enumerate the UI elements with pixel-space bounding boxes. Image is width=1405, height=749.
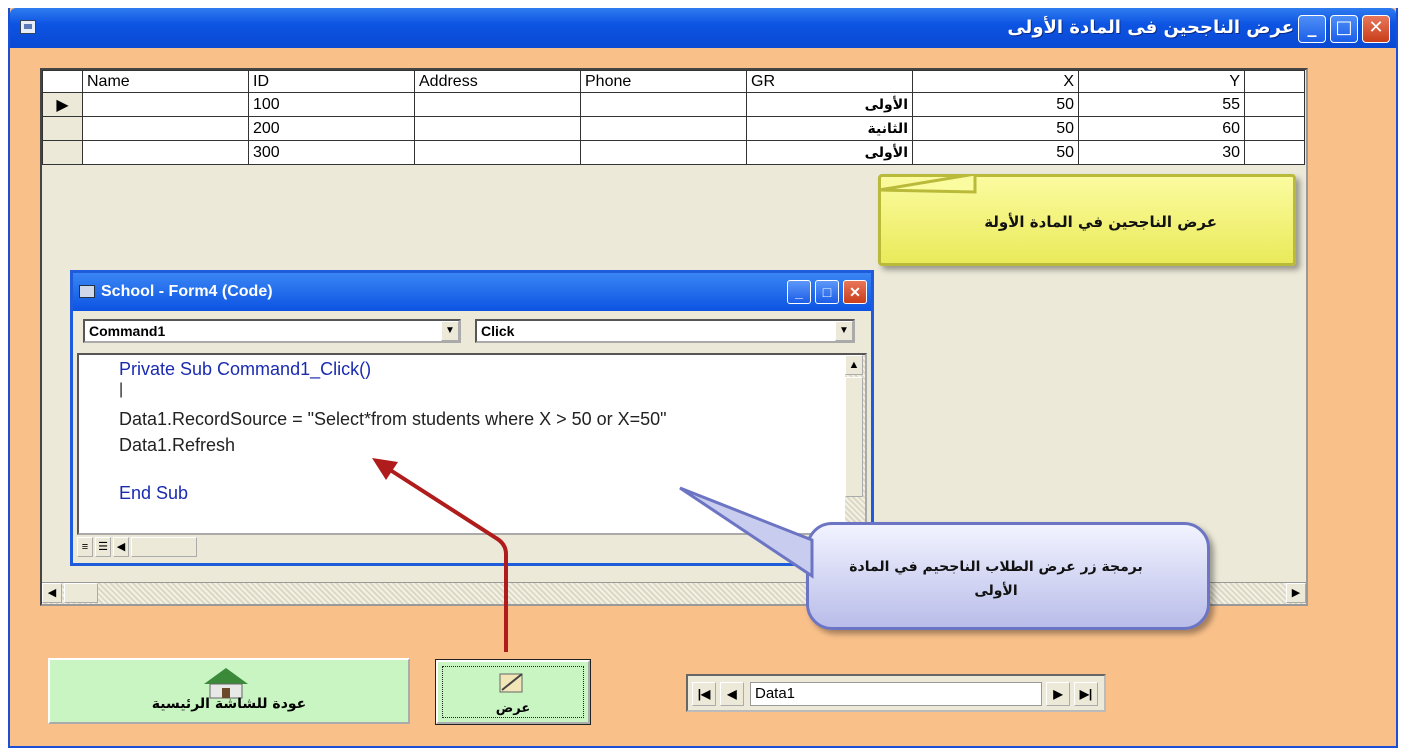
table-row[interactable]: 200 الثانية 50 60 bbox=[42, 116, 1305, 141]
next-record-button[interactable]: ▶ bbox=[1046, 682, 1070, 706]
scroll-right-icon[interactable]: ▶ bbox=[1286, 583, 1306, 603]
cell-phone[interactable] bbox=[580, 92, 747, 117]
callout-fold-icon bbox=[879, 174, 977, 194]
column-header-name[interactable]: Name bbox=[82, 70, 249, 93]
cell-x[interactable]: 50 bbox=[912, 116, 1079, 141]
column-header-address[interactable]: Address bbox=[414, 70, 581, 93]
callout-yellow-text: عرض الناجحين في المادة الأولة bbox=[984, 213, 1217, 231]
cell-name[interactable] bbox=[82, 140, 249, 165]
cell-gr[interactable]: الثانية bbox=[746, 116, 913, 141]
edit-icon bbox=[499, 673, 523, 693]
grid-empty-cell bbox=[1244, 92, 1305, 117]
code-line: | bbox=[119, 381, 124, 398]
code-window-icon bbox=[79, 285, 95, 298]
cell-name[interactable] bbox=[82, 116, 249, 141]
column-header-y[interactable]: Y bbox=[1078, 70, 1245, 93]
scroll-thumb[interactable] bbox=[845, 377, 863, 497]
cell-address[interactable] bbox=[414, 116, 581, 141]
grid-table: Name ID Address Phone GR X Y ▶ 100 الأول… bbox=[42, 70, 1305, 165]
cell-address[interactable] bbox=[414, 140, 581, 165]
column-header-id[interactable]: ID bbox=[248, 70, 415, 93]
cell-id[interactable]: 100 bbox=[248, 92, 415, 117]
full-module-view-icon[interactable]: ☰ bbox=[95, 537, 111, 557]
cell-address[interactable] bbox=[414, 92, 581, 117]
red-arrow-icon bbox=[372, 458, 508, 652]
cell-id[interactable]: 200 bbox=[248, 116, 415, 141]
cell-gr[interactable]: الأولى bbox=[746, 140, 913, 165]
cell-x[interactable]: 50 bbox=[912, 140, 1079, 165]
column-header-phone[interactable]: Phone bbox=[580, 70, 747, 93]
scroll-left-icon[interactable]: ◀ bbox=[113, 537, 129, 557]
code-minimize-button[interactable]: _ bbox=[787, 280, 811, 304]
back-to-main-label: عودة للشاشة الرئيسية bbox=[151, 696, 307, 712]
cell-id[interactable]: 300 bbox=[248, 140, 415, 165]
title-bar[interactable]: عرض الناجحين فى المادة الأولى _ □ ✕ bbox=[10, 8, 1396, 48]
data-control-caption: Data1 bbox=[750, 682, 1042, 706]
code-view-switcher[interactable]: ≡ ☰ ◀ bbox=[77, 537, 197, 559]
code-close-button[interactable]: ✕ bbox=[843, 280, 867, 304]
column-header-x[interactable]: X bbox=[912, 70, 1079, 93]
cell-x[interactable]: 50 bbox=[912, 92, 1079, 117]
cell-name[interactable] bbox=[82, 92, 249, 117]
row-selector[interactable] bbox=[42, 116, 83, 141]
grid-empty-cell bbox=[1244, 70, 1305, 93]
previous-record-button[interactable]: ◀ bbox=[720, 682, 744, 706]
cell-y[interactable]: 55 bbox=[1078, 92, 1245, 117]
scroll-thumb[interactable] bbox=[131, 537, 197, 557]
grid-empty-cell bbox=[1244, 140, 1305, 165]
grid-corner bbox=[42, 70, 83, 93]
cell-gr[interactable]: الأولى bbox=[746, 92, 913, 117]
code-line: End Sub bbox=[119, 483, 189, 503]
show-button[interactable]: عرض bbox=[435, 659, 591, 725]
cell-phone[interactable] bbox=[580, 140, 747, 165]
callout-blue: برمجة زر عرض الطلاب الناجحيم في المادة ا… bbox=[806, 522, 1210, 630]
procedure-combo[interactable]: Click ▼ bbox=[475, 319, 855, 343]
object-combo-value: Command1 bbox=[89, 323, 166, 339]
code-window-titlebar[interactable]: School - Form4 (Code) _ □ ✕ bbox=[73, 273, 871, 311]
chevron-down-icon[interactable]: ▼ bbox=[835, 321, 853, 341]
scroll-thumb[interactable] bbox=[64, 583, 98, 603]
row-selector[interactable]: ▶ bbox=[42, 92, 83, 117]
minimize-button[interactable]: _ bbox=[1298, 15, 1326, 43]
maximize-button[interactable]: □ bbox=[1330, 15, 1358, 43]
procedure-view-icon[interactable]: ≡ bbox=[77, 537, 93, 557]
column-header-gr[interactable]: GR bbox=[746, 70, 913, 93]
main-window: عرض الناجحين فى المادة الأولى _ □ ✕ Name… bbox=[8, 8, 1398, 748]
code-line: Private Sub Command1_Click() bbox=[119, 359, 372, 379]
callout-yellow: عرض الناجحين في المادة الأولة bbox=[878, 174, 1296, 266]
window-title: عرض الناجحين فى المادة الأولى bbox=[1007, 17, 1294, 38]
callout-blue-text: برمجة زر عرض الطلاب الناجحيم في المادة ا… bbox=[849, 559, 1143, 599]
scroll-left-icon[interactable]: ◀ bbox=[42, 583, 62, 603]
cell-y[interactable]: 30 bbox=[1078, 140, 1245, 165]
cell-phone[interactable] bbox=[580, 116, 747, 141]
code-maximize-button[interactable]: □ bbox=[815, 280, 839, 304]
object-combo[interactable]: Command1 ▼ bbox=[83, 319, 461, 343]
row-selector[interactable] bbox=[42, 140, 83, 165]
back-to-main-button[interactable]: عودة للشاشة الرئيسية bbox=[48, 658, 410, 724]
first-record-button[interactable]: |◀ bbox=[692, 682, 716, 706]
code-line: Data1.RecordSource = "Select*from studen… bbox=[119, 409, 667, 429]
code-window-title: School - Form4 (Code) bbox=[101, 283, 273, 300]
scroll-up-icon[interactable]: ▲ bbox=[845, 355, 863, 375]
app-icon bbox=[20, 20, 36, 34]
grid-empty-cell bbox=[1244, 116, 1305, 141]
chevron-down-icon[interactable]: ▼ bbox=[441, 321, 459, 341]
show-button-label: عرض bbox=[495, 701, 531, 716]
table-row[interactable]: ▶ 100 الأولى 50 55 bbox=[42, 92, 1305, 117]
close-button[interactable]: ✕ bbox=[1362, 15, 1390, 43]
callout-pointer-icon bbox=[679, 486, 814, 579]
code-line: Data1.Refresh bbox=[119, 435, 236, 455]
last-record-button[interactable]: ▶| bbox=[1074, 682, 1098, 706]
data-control[interactable]: |◀ ◀ Data1 ▶ ▶| bbox=[686, 674, 1106, 712]
cell-y[interactable]: 60 bbox=[1078, 116, 1245, 141]
procedure-combo-value: Click bbox=[481, 323, 515, 339]
grid-header-row: Name ID Address Phone GR X Y bbox=[42, 70, 1305, 93]
table-row[interactable]: 300 الأولى 50 30 bbox=[42, 140, 1305, 165]
vertical-scrollbar[interactable]: ▲ bbox=[845, 355, 865, 533]
